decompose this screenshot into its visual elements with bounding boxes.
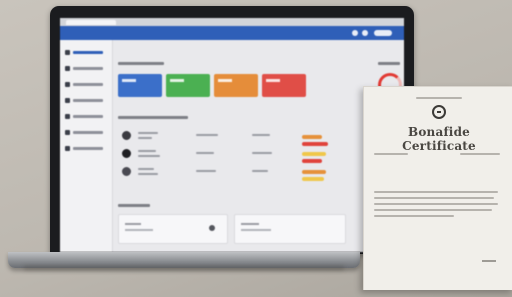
- avatar: [122, 131, 131, 140]
- sidebar-item: [65, 96, 109, 106]
- sidebar-icon: [65, 130, 70, 135]
- info-card: [118, 214, 228, 244]
- sidebar-label: [73, 99, 103, 102]
- sidebar-icon: [65, 146, 70, 151]
- photo-scene: { "scene": { "description_kind": "photo …: [0, 0, 512, 297]
- stat-tile: [166, 74, 210, 97]
- sidebar-label: [73, 115, 103, 118]
- graduation-cap-icon: [432, 105, 446, 119]
- status-pill: [302, 170, 326, 174]
- sidebar-label: [73, 83, 103, 86]
- sidebar-item: [65, 128, 109, 138]
- sidebar-icon: [65, 82, 70, 87]
- certificate-body-line: [374, 215, 454, 217]
- sidebar-item: [65, 112, 109, 122]
- user-avatar: [374, 30, 392, 36]
- browser-tab: [66, 20, 116, 25]
- text-line: [252, 134, 270, 136]
- section-heading: [118, 116, 188, 119]
- signature-line: [482, 260, 496, 262]
- text-line: [196, 134, 218, 136]
- avatar: [122, 167, 131, 176]
- sidebar-label: [73, 67, 103, 70]
- text-line: [138, 168, 154, 170]
- status-pill: [302, 159, 322, 163]
- text-line: [252, 170, 268, 172]
- certificate-title: Bonafide Certificate: [402, 125, 476, 153]
- section-heading: [118, 204, 150, 207]
- certificate-body-line: [374, 197, 494, 199]
- sidebar-item: [65, 144, 109, 154]
- sidebar-icon: [65, 114, 70, 119]
- text-line: [138, 132, 158, 134]
- info-card: [234, 214, 346, 244]
- certificate-paper: Bonafide Certificate: [363, 86, 512, 290]
- certificate-meta-line: [460, 153, 500, 155]
- text-line: [138, 173, 158, 175]
- text-line: [196, 170, 216, 172]
- dashboard-sidebar: [60, 40, 113, 252]
- sidebar-label: [73, 51, 103, 54]
- certificate-body-line: [374, 191, 498, 193]
- sidebar-icon: [65, 66, 70, 71]
- sidebar-item: [65, 80, 109, 90]
- status-pill: [302, 152, 326, 156]
- laptop: [50, 6, 414, 254]
- text-line: [138, 150, 156, 152]
- stat-tile: [118, 74, 162, 97]
- text-line: [138, 155, 160, 157]
- avatar: [122, 149, 131, 158]
- stat-tile: [262, 74, 306, 97]
- sidebar-label: [73, 131, 103, 134]
- certificate-header-text: [416, 97, 462, 99]
- laptop-screen: [60, 18, 404, 252]
- stat-tile: [214, 74, 258, 97]
- certificate-body-line: [374, 203, 498, 205]
- sidebar-icon: [65, 98, 70, 103]
- sidebar-item: [65, 48, 109, 58]
- header-icon: [362, 30, 368, 36]
- text-line: [252, 152, 272, 154]
- browser-tab-bar: [60, 18, 404, 26]
- header-icon: [352, 30, 358, 36]
- status-pill: [302, 177, 324, 181]
- dashboard-header: [60, 26, 404, 40]
- certificate-meta-line: [374, 153, 408, 155]
- dashboard-content: [116, 44, 402, 248]
- certificate-body-line: [374, 209, 492, 211]
- status-pill: [302, 135, 322, 139]
- laptop-shadow: [24, 266, 344, 270]
- status-pill: [302, 142, 328, 146]
- section-heading: [118, 62, 164, 65]
- sidebar-item: [65, 64, 109, 74]
- sidebar-label: [73, 147, 103, 150]
- text-line: [138, 137, 152, 139]
- sidebar-icon: [65, 50, 70, 55]
- section-heading: [378, 62, 400, 65]
- text-line: [196, 152, 214, 154]
